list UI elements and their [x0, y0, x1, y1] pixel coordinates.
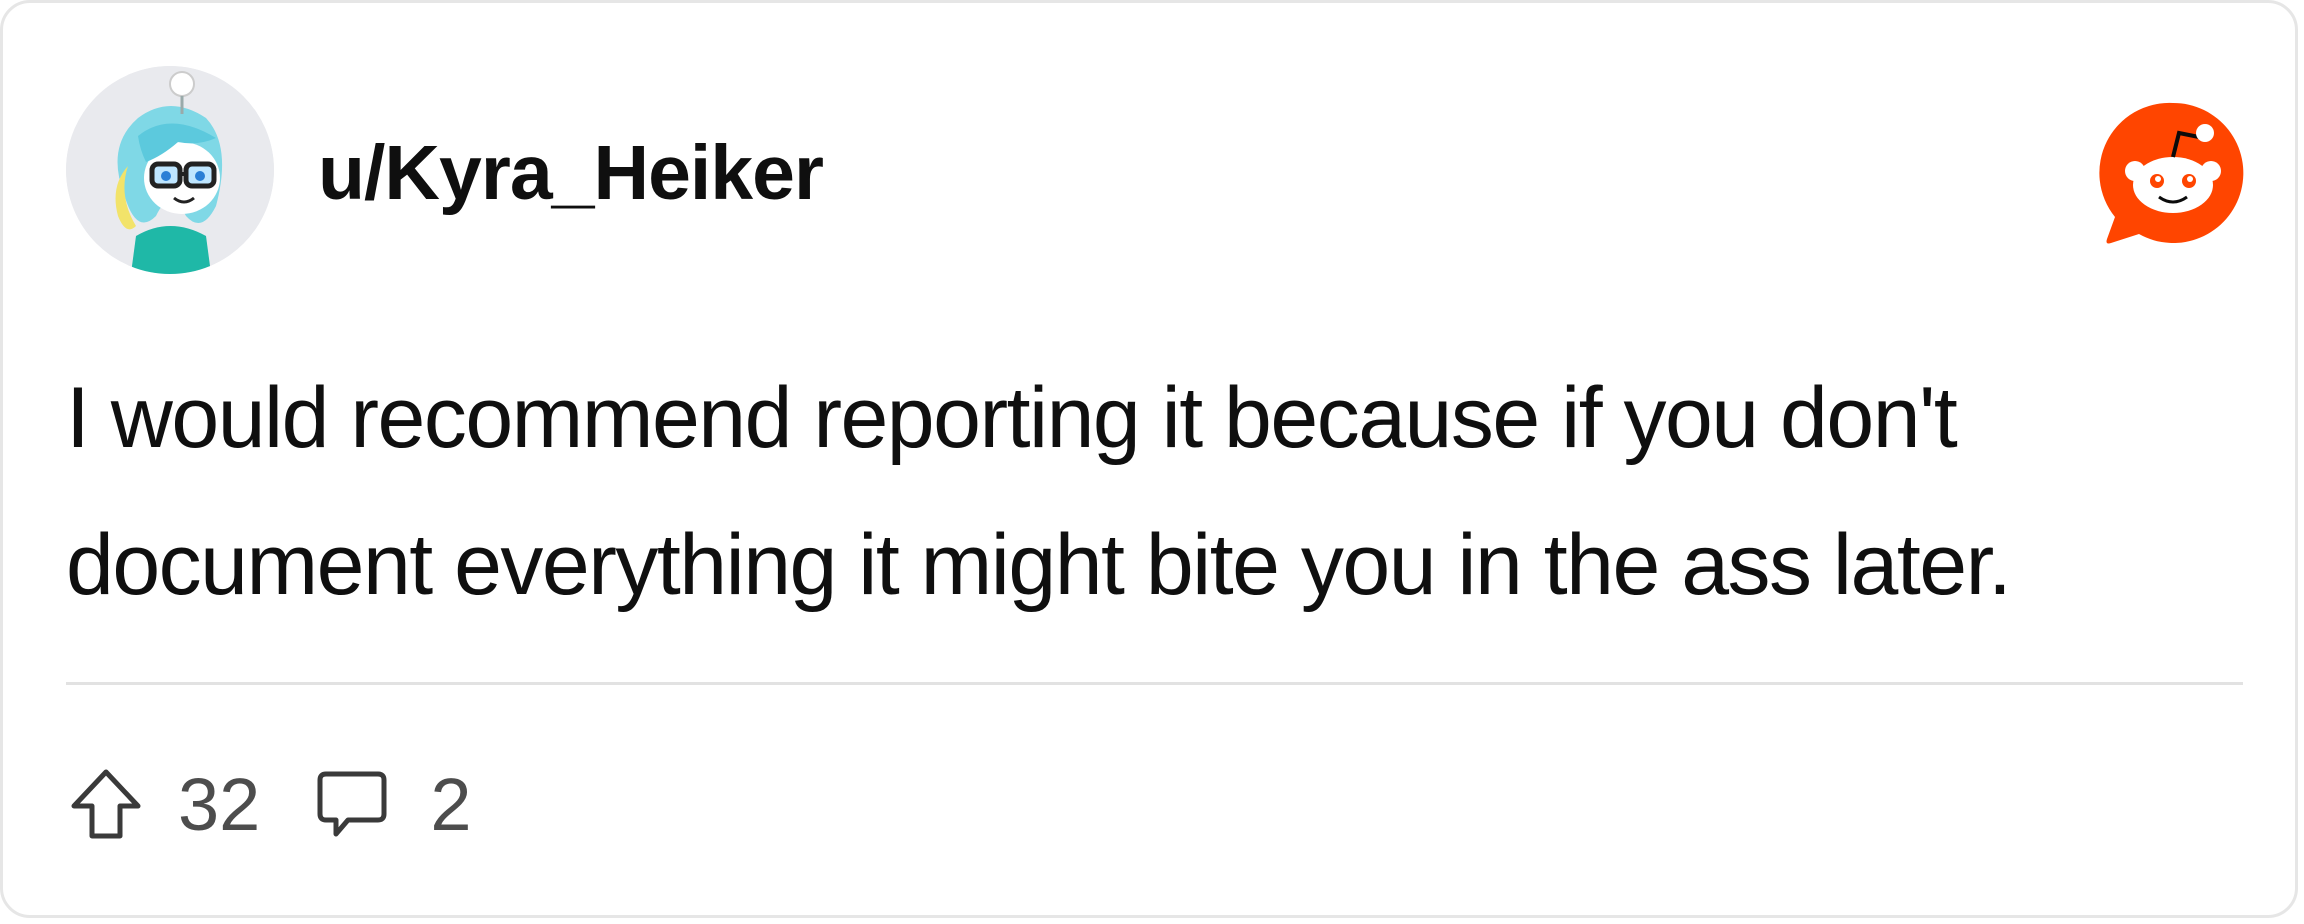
comment-count: 2: [430, 762, 472, 846]
divider: [66, 682, 2243, 685]
user-avatar[interactable]: [66, 66, 274, 274]
username-link[interactable]: u/Kyra_Heiker: [318, 125, 824, 221]
comment-stats: 32 2: [66, 759, 471, 849]
comment-bubble-icon[interactable]: [312, 764, 392, 844]
comment-card: u/Kyra_Heiker I would recommend reportin…: [0, 0, 2298, 918]
comment-body: I would recommend reporting it because i…: [66, 370, 2012, 613]
upvote-count: 32: [178, 762, 261, 846]
upvote-arrow-icon[interactable]: [66, 764, 146, 844]
avatar-illustration: [66, 66, 274, 274]
reddit-logo-icon[interactable]: [2099, 99, 2247, 247]
